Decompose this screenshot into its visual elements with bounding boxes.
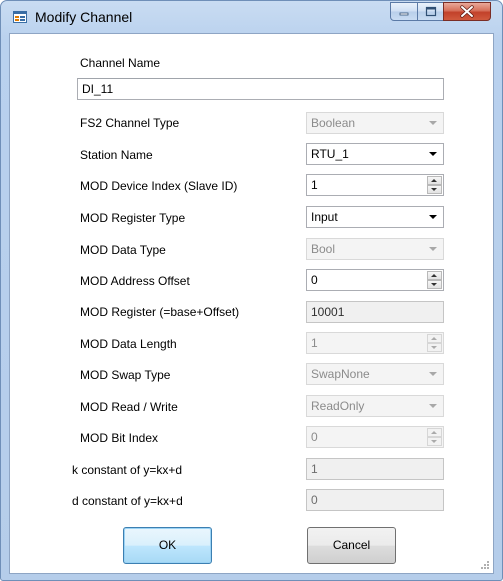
mod-address-offset-value: 0 [311,273,318,287]
modify-channel-window: Modify Channel Channel Name DI_11 FS2 Ch… [0,0,503,581]
mod-bit-index-value: 0 [311,430,318,444]
mod-data-type-label: MOD Data Type [80,243,166,257]
minimize-button[interactable] [390,2,418,21]
mod-address-offset-stepper[interactable]: 0 [306,269,444,291]
spin-up-icon[interactable] [427,428,442,437]
k-constant-field: 1 [306,458,444,480]
d-constant-label: d constant of y=kx+d [72,494,183,508]
mod-bit-index-stepper[interactable]: 0 [306,426,444,448]
window-title: Modify Channel [35,9,133,25]
minimize-icon [399,12,409,16]
spin-down-icon[interactable] [427,280,442,289]
fs2-channel-type-select[interactable]: Boolean [306,112,444,134]
resize-grip-icon[interactable] [480,560,490,570]
station-name-select[interactable]: RTU_1 [306,143,444,165]
chevron-down-icon [429,215,437,219]
spin-up-icon[interactable] [427,271,442,280]
mod-register-type-select[interactable]: Input [306,206,444,228]
fs2-channel-type-label: FS2 Channel Type [80,116,180,130]
mod-swap-type-select[interactable]: SwapNone [306,363,444,385]
spin-up-icon[interactable] [427,334,442,343]
spin-up-icon[interactable] [427,176,442,185]
mod-data-type-value: Bool [311,242,336,256]
d-constant-field: 0 [306,489,444,511]
mod-data-length-value: 1 [311,336,318,350]
mod-data-length-stepper[interactable]: 1 [306,332,444,354]
k-constant-label: k constant of y=kx+d [72,463,183,477]
cancel-button[interactable]: Cancel [307,527,396,564]
mod-register-type-label: MOD Register Type [80,211,186,225]
mod-read-write-value: ReadOnly [311,399,365,413]
mod-swap-type-label: MOD Swap Type [80,368,171,382]
spin-down-icon[interactable] [427,437,442,446]
channel-name-label: Channel Name [80,56,161,70]
chevron-down-icon [429,247,437,251]
chevron-down-icon [429,152,437,156]
mod-device-index-value: 1 [311,178,318,192]
fs2-channel-type-value: Boolean [311,116,356,130]
mod-data-length-label: MOD Data Length [80,337,177,351]
close-button[interactable] [443,2,491,21]
mod-device-index-label: MOD Device Index (Slave ID) [80,179,238,193]
spin-down-icon[interactable] [427,343,442,352]
chevron-down-icon [429,404,437,408]
form-panel: Channel Name DI_11 FS2 Channel Type Bool… [9,33,494,574]
station-name-label: Station Name [80,148,153,162]
mod-device-index-stepper[interactable]: 1 [306,174,444,196]
chevron-down-icon [429,121,437,125]
maximize-button[interactable] [417,2,444,21]
close-icon [460,5,474,18]
mod-swap-type-value: SwapNone [311,367,370,381]
title-bar[interactable]: Modify Channel [1,1,502,33]
mod-data-type-select[interactable]: Bool [306,238,444,260]
spin-down-icon[interactable] [427,185,442,194]
ok-button[interactable]: OK [123,527,212,564]
channel-name-input[interactable]: DI_11 [77,78,444,100]
mod-address-offset-label: MOD Address Offset [80,274,190,288]
mod-register-label: MOD Register (=base+Offset) [80,305,240,319]
mod-read-write-select[interactable]: ReadOnly [306,395,444,417]
station-name-value: RTU_1 [311,147,349,161]
chevron-down-icon [429,372,437,376]
mod-register-type-value: Input [311,210,338,224]
form-icon [13,11,27,23]
mod-read-write-label: MOD Read / Write [80,400,178,414]
maximize-icon [425,6,437,17]
mod-register-field: 10001 [306,301,444,323]
mod-bit-index-label: MOD Bit Index [80,431,159,445]
